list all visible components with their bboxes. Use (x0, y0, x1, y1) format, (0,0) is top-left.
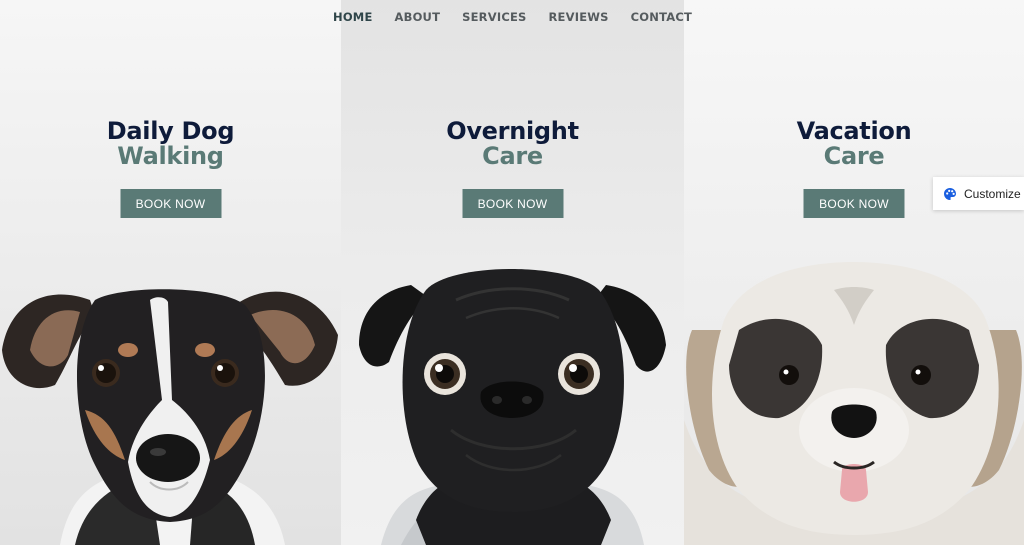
panel-overnight-care: Overnight Care BOOK NOW (341, 0, 684, 545)
service-panels: Daily Dog Walking BOOK NOW Overnight Car… (0, 0, 1024, 545)
panel-daily-dog-walking: Daily Dog Walking BOOK NOW (0, 0, 341, 545)
nav-item-services[interactable]: SERVICES (462, 10, 526, 26)
nav-item-reviews[interactable]: REVIEWS (549, 10, 609, 26)
nav-item-contact[interactable]: CONTACT (631, 10, 692, 26)
terrier-dog-photo (2, 289, 338, 545)
customize-label: Customize (964, 186, 1021, 201)
nav-item-about[interactable]: ABOUT (395, 10, 441, 26)
nav-item-home[interactable]: HOME (333, 10, 373, 26)
shih-tzu-dog-photo (684, 262, 1024, 545)
panel-vacation-care: Vacation Care BOOK NOW (684, 0, 1024, 545)
main-nav: HOME ABOUT SERVICES REVIEWS CONTACT (333, 10, 692, 26)
black-pug-photo (359, 269, 666, 545)
palette-icon (944, 187, 956, 200)
customize-button[interactable]: Customize (933, 177, 1024, 210)
